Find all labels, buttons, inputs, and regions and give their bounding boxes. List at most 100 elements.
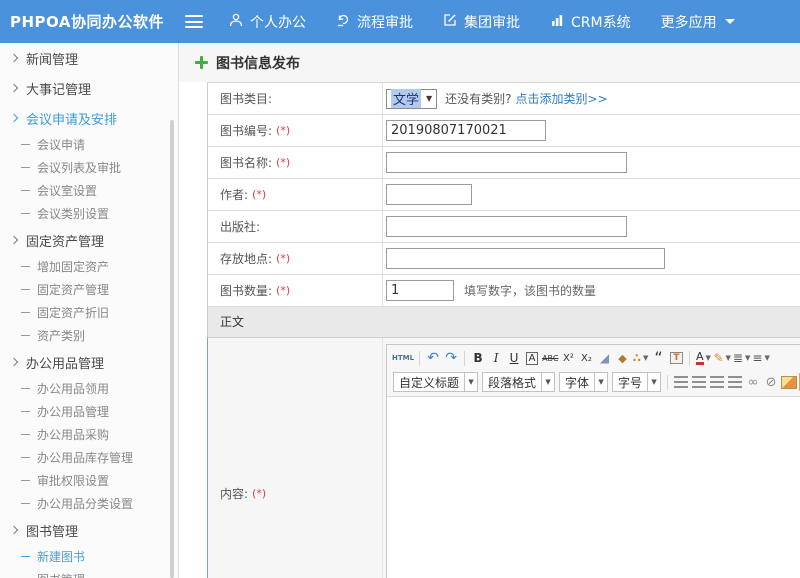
- sidebar-item-memorabilia[interactable]: 大事记管理: [0, 73, 178, 103]
- sidebar-item-supplies-claim[interactable]: 办公用品领用: [0, 377, 178, 400]
- sidebar-item-asset-depreciation[interactable]: 固定资产折旧: [0, 301, 178, 324]
- ordered-list-button[interactable]: ≣▼: [733, 349, 750, 367]
- sidebar-item-asset-manage[interactable]: 固定资产管理: [0, 278, 178, 301]
- chevron-right-icon: [10, 358, 18, 366]
- format-painter-icon[interactable]: ∴▼: [632, 349, 648, 367]
- heading-select[interactable]: 自定义标题▼: [393, 372, 478, 392]
- book-name-input[interactable]: [386, 152, 627, 173]
- toolbar-separator: [689, 351, 690, 366]
- sidebar-item-news[interactable]: 新闻管理: [0, 43, 178, 73]
- location-label: 存放地点:: [220, 250, 272, 267]
- justify-button[interactable]: [727, 373, 743, 391]
- link-icon[interactable]: ∞: [745, 373, 761, 391]
- sidebar-item-supplies-manage[interactable]: 办公用品管理: [0, 400, 178, 423]
- font-family-select[interactable]: 字体▼: [559, 372, 608, 392]
- clean-format-icon[interactable]: ◆: [614, 349, 630, 367]
- rich-text-editor: HTML ↶ ↷ B I U A ABC X² X₂ ◢ ◆: [386, 344, 800, 578]
- quantity-input[interactable]: [386, 280, 454, 301]
- publisher-input[interactable]: [386, 216, 627, 237]
- eraser-icon[interactable]: ◢: [596, 349, 612, 367]
- align-center-button[interactable]: [691, 373, 707, 391]
- bold-button[interactable]: B: [470, 349, 486, 367]
- form-row-quantity: 图书数量:(*) 填写数字，该图书的数量: [208, 275, 800, 307]
- font-size-select[interactable]: 字号▼: [612, 372, 661, 392]
- quantity-note: 填写数字，该图书的数量: [464, 282, 596, 299]
- chevron-right-icon: [10, 84, 18, 92]
- category-label: 图书类目:: [220, 90, 272, 107]
- html-source-button[interactable]: HTML: [392, 349, 414, 367]
- required-mark: (*): [276, 284, 290, 297]
- sidebar-item-meeting-room[interactable]: 会议室设置: [0, 179, 178, 202]
- subscript-button[interactable]: X₂: [578, 349, 594, 367]
- toolbar-separator: [667, 375, 668, 390]
- caret-down-icon: ▼: [706, 354, 711, 362]
- caret-down-icon: ▼: [764, 354, 769, 362]
- chevron-right-icon: [10, 236, 18, 244]
- category-hint: 还没有类别?: [445, 90, 511, 107]
- menu-personal-office[interactable]: 个人办公: [229, 12, 306, 32]
- caret-down-icon: ▼: [745, 354, 750, 362]
- paste-icon[interactable]: T: [670, 352, 682, 364]
- insert-image-button[interactable]: [781, 373, 797, 391]
- book-code-input[interactable]: [386, 120, 546, 141]
- form-row-book-code: 图书编号:(*): [208, 115, 800, 147]
- sidebar-item-meeting-list[interactable]: 会议列表及审批: [0, 156, 178, 179]
- sidebar-item-new-book[interactable]: 新建图书: [0, 545, 178, 568]
- dash-icon: [21, 144, 30, 145]
- font-border-button[interactable]: A: [526, 352, 539, 365]
- menu-workflow-approval[interactable]: 流程审批: [336, 12, 413, 32]
- workflow-icon: [336, 13, 357, 31]
- sidebar-item-approval-permission[interactable]: 审批权限设置: [0, 469, 178, 492]
- add-category-link[interactable]: 点击添加类别>>: [516, 90, 608, 107]
- menu-crm-system[interactable]: CRM系统: [550, 12, 631, 32]
- sidebar-item-meeting-apply[interactable]: 会议申请: [0, 133, 178, 156]
- main-content: 图书信息发布 图书类目: 文学 ▼ 还没有类别? 点击添加类别>> 图书编号:(…: [179, 43, 800, 578]
- author-label: 作者:: [220, 186, 248, 203]
- editor-toolbar: HTML ↶ ↷ B I U A ABC X² X₂ ◢ ◆: [387, 345, 800, 397]
- strikethrough-button[interactable]: ABC: [542, 349, 558, 367]
- menu-more-apps[interactable]: 更多应用: [661, 12, 735, 32]
- superscript-button[interactable]: X²: [560, 349, 576, 367]
- chevron-right-icon: [10, 526, 18, 534]
- sidebar-item-asset-category[interactable]: 资产类别: [0, 324, 178, 347]
- select-arrow-icon: ▼: [426, 94, 432, 103]
- sidebar-item-add-asset[interactable]: 增加固定资产: [0, 255, 178, 278]
- location-input[interactable]: [386, 248, 665, 269]
- menu-group-approval[interactable]: 集团审批: [443, 12, 520, 32]
- sidebar-item-supplies-stock[interactable]: 办公用品库存管理: [0, 446, 178, 469]
- sidebar-scrollbar[interactable]: [170, 120, 174, 578]
- align-right-button[interactable]: [709, 373, 725, 391]
- redo-icon[interactable]: ↷: [443, 349, 459, 367]
- dash-icon: [21, 167, 30, 168]
- caret-down-icon: ▼: [647, 373, 660, 391]
- author-input[interactable]: [386, 184, 472, 205]
- italic-button[interactable]: I: [488, 349, 504, 367]
- caret-down-icon: ▼: [541, 373, 554, 391]
- book-code-label: 图书编号:: [220, 122, 272, 139]
- font-color-button[interactable]: A▼: [695, 349, 711, 367]
- sidebar-item-book-manage[interactable]: 图书管理: [0, 568, 178, 578]
- caret-down-icon: ▼: [643, 354, 648, 362]
- paragraph-select[interactable]: 段落格式▼: [482, 372, 555, 392]
- underline-button[interactable]: U: [506, 349, 522, 367]
- editor-toolbar-row-2: 自定义标题▼ 段落格式▼ 字体▼ 字号▼ ∞ ⊘: [391, 370, 800, 394]
- editor-content-area[interactable]: [387, 397, 800, 578]
- undo-icon[interactable]: ↶: [425, 349, 441, 367]
- unordered-list-button[interactable]: ≡▼: [752, 349, 769, 367]
- sidebar-item-supplies-purchase[interactable]: 办公用品采购: [0, 423, 178, 446]
- highlight-pen-icon[interactable]: ✎▼: [713, 349, 730, 367]
- sidebar-item-meeting[interactable]: 会议申请及安排: [0, 103, 178, 133]
- sidebar-item-meeting-category[interactable]: 会议类别设置: [0, 202, 178, 225]
- sidebar-item-supplies-category[interactable]: 办公用品分类设置: [0, 492, 178, 515]
- sidebar-item-books[interactable]: 图书管理: [0, 515, 178, 545]
- align-left-button[interactable]: [673, 373, 689, 391]
- menu-toggle-icon[interactable]: [185, 15, 203, 28]
- sidebar-item-fixed-assets[interactable]: 固定资产管理: [0, 225, 178, 255]
- required-mark: (*): [252, 487, 266, 500]
- bar-chart-icon: [550, 13, 571, 31]
- sidebar-item-office-supplies[interactable]: 办公用品管理: [0, 347, 178, 377]
- unlink-icon[interactable]: ⊘: [763, 373, 779, 391]
- blockquote-icon[interactable]: “: [650, 349, 666, 367]
- align-right-icon: [710, 376, 724, 388]
- category-select[interactable]: 文学 ▼: [386, 89, 437, 109]
